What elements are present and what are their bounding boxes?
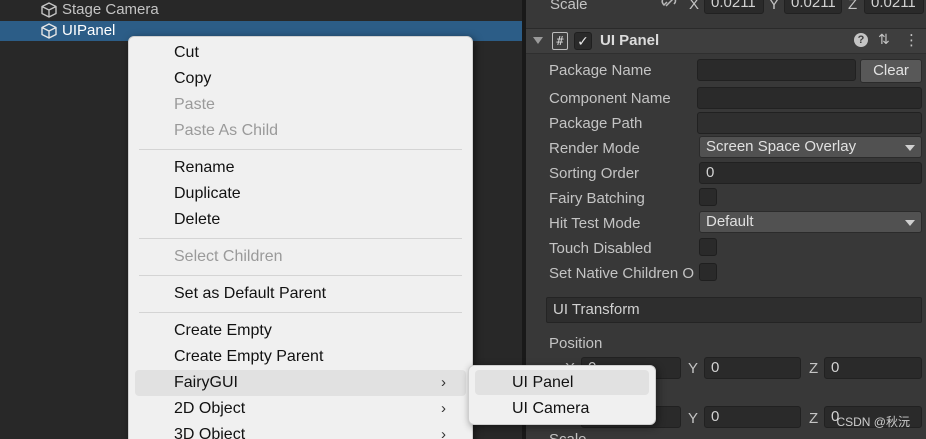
render-mode-value: Screen Space Overlay: [706, 138, 857, 155]
menu-item-duplicate[interactable]: Duplicate: [135, 181, 466, 207]
component-title: UI Panel: [600, 32, 660, 49]
sorting-order-field[interactable]: 0: [699, 162, 922, 184]
more-options-icon[interactable]: ⋮: [904, 31, 919, 49]
submenu-item-ui-camera[interactable]: UI Camera: [475, 396, 649, 421]
hierarchy-item-label: UIPanel: [62, 22, 116, 39]
menu-item-cut[interactable]: Cut: [135, 40, 466, 66]
menu-item-fairygui[interactable]: FairyGUI ›: [135, 370, 466, 396]
hit-test-mode-label: Hit Test Mode: [549, 215, 641, 232]
menu-item-label: FairyGUI: [174, 374, 238, 391]
hit-test-mode-dropdown[interactable]: Default: [699, 211, 922, 233]
ui-panel-component-header[interactable]: # ✓ UI Panel ? ⇅ ⋮: [526, 28, 926, 54]
vector-y-field[interactable]: 0: [704, 406, 801, 428]
clear-button[interactable]: Clear: [860, 59, 922, 83]
menu-item-label: 3D Object: [174, 426, 246, 439]
chevron-right-icon: ›: [441, 374, 446, 391]
menu-item-3d-object[interactable]: 3D Object ›: [135, 422, 466, 439]
hierarchy-item-label: Stage Camera: [62, 1, 159, 18]
position-z-field[interactable]: 0: [824, 357, 922, 379]
sorting-order-label: Sorting Order: [549, 165, 640, 182]
chevron-right-icon: ›: [441, 426, 446, 439]
menu-item-label: 2D Object: [174, 400, 246, 417]
chevron-down-icon: [905, 220, 915, 226]
menu-separator: [139, 149, 462, 150]
position-y-label: Y: [688, 360, 699, 377]
vector-z-label: Z: [809, 410, 819, 427]
render-mode-label: Render Mode: [549, 140, 640, 157]
package-path-label: Package Path: [549, 115, 643, 132]
menu-item-create-empty-parent[interactable]: Create Empty Parent: [135, 344, 466, 370]
fairy-batching-label: Fairy Batching: [549, 190, 645, 207]
watermark: CSDN @秋沅: [836, 415, 910, 429]
position-label: Position: [549, 335, 603, 352]
scale-z-field[interactable]: 0.0211: [864, 0, 924, 14]
scale-partial-label: Scale: [549, 431, 587, 439]
menu-separator: [139, 312, 462, 313]
menu-item-create-empty[interactable]: Create Empty: [135, 318, 466, 344]
touch-disabled-checkbox[interactable]: [699, 238, 717, 256]
package-name-field[interactable]: [697, 59, 856, 81]
menu-item-select-children[interactable]: Select Children: [135, 244, 466, 270]
ui-transform-label: UI Transform: [553, 301, 640, 318]
fairy-batching-checkbox[interactable]: [699, 188, 717, 206]
menu-item-paste-as-child[interactable]: Paste As Child: [135, 118, 466, 144]
scale-y-field[interactable]: 0.0211: [784, 0, 842, 14]
menu-separator: [139, 238, 462, 239]
script-icon: #: [552, 32, 568, 50]
touch-disabled-label: Touch Disabled: [549, 240, 652, 257]
set-native-children-checkbox[interactable]: [699, 263, 717, 281]
help-icon[interactable]: ?: [854, 33, 868, 47]
foldout-arrow-icon[interactable]: [533, 37, 543, 44]
hit-test-mode-value: Default: [706, 213, 754, 230]
gameobject-cube-icon: [41, 2, 57, 18]
package-name-label: Package Name: [549, 62, 652, 79]
gameobject-cube-icon: [41, 23, 57, 39]
scale-x-label: X: [689, 0, 700, 13]
menu-item-set-default-parent[interactable]: Set as Default Parent: [135, 281, 466, 307]
constrain-proportions-icon[interactable]: [660, 0, 678, 10]
scale-y-label: Y: [769, 0, 780, 13]
component-name-label: Component Name: [549, 90, 671, 107]
render-mode-dropdown[interactable]: Screen Space Overlay: [699, 136, 922, 158]
vector-y-label: Y: [688, 410, 699, 427]
ui-transform-section[interactable]: UI Transform: [546, 297, 922, 323]
chevron-down-icon: [905, 145, 915, 151]
menu-separator: [139, 275, 462, 276]
scale-z-label: Z: [848, 0, 858, 13]
package-path-field[interactable]: [697, 112, 922, 134]
hierarchy-item-stage-camera[interactable]: Stage Camera: [0, 0, 522, 20]
presets-icon[interactable]: ⇅: [878, 31, 890, 48]
chevron-right-icon: ›: [441, 400, 446, 417]
fairygui-submenu: UI Panel UI Camera: [468, 365, 656, 425]
set-native-children-label: Set Native Children O: [549, 265, 695, 282]
menu-item-delete[interactable]: Delete: [135, 207, 466, 233]
submenu-item-ui-panel[interactable]: UI Panel: [475, 370, 649, 395]
position-z-label: Z: [809, 360, 819, 377]
scale-x-field[interactable]: 0.0211: [704, 0, 764, 14]
scale-label: Scale: [550, 0, 588, 13]
component-name-field[interactable]: [697, 87, 922, 109]
component-enabled-checkbox[interactable]: ✓: [574, 32, 592, 50]
menu-item-paste[interactable]: Paste: [135, 92, 466, 118]
position-y-field[interactable]: 0: [704, 357, 801, 379]
menu-item-2d-object[interactable]: 2D Object ›: [135, 396, 466, 422]
context-menu: Cut Copy Paste Paste As Child Rename Dup…: [128, 36, 473, 439]
menu-item-rename[interactable]: Rename: [135, 155, 466, 181]
menu-item-copy[interactable]: Copy: [135, 66, 466, 92]
